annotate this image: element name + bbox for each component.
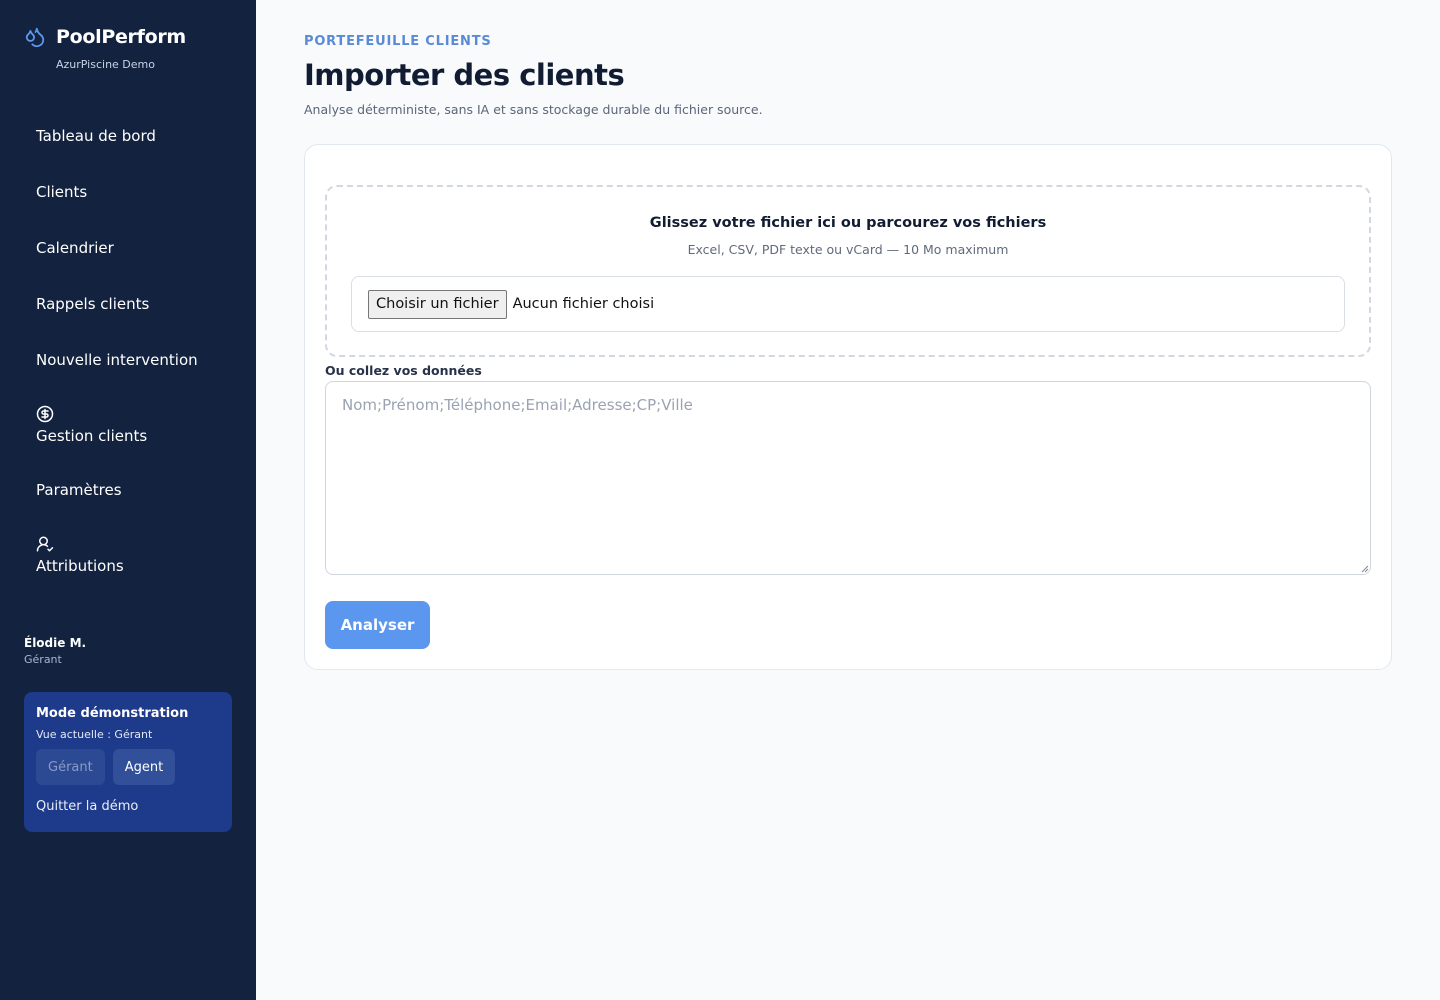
page-eyebrow: PORTEFEUILLE CLIENTS: [304, 34, 492, 49]
sidebar-item-calendrier[interactable]: Calendrier: [24, 226, 232, 270]
user-name: Élodie M.: [24, 636, 87, 650]
user-info: Élodie M. Gérant: [24, 636, 86, 666]
sidebar: PoolPerform AzurPiscine Demo Tableau de …: [0, 0, 256, 1000]
page-title: Importer des clients: [304, 58, 625, 92]
analyze-button[interactable]: Analyser: [325, 601, 430, 649]
tenant-name: AzurPiscine Demo: [56, 58, 155, 71]
sidebar-item-gestion-clients[interactable]: Gestion clients: [24, 394, 232, 456]
file-dropzone[interactable]: Glissez votre fichier ici ou parcourez v…: [325, 185, 1371, 357]
paste-data-textarea[interactable]: [325, 381, 1371, 575]
page-description: Analyse déterministe, sans IA et sans st…: [304, 102, 763, 117]
demo-mode-panel: Mode démonstration Vue actuelle : Gérant…: [24, 692, 232, 832]
sidebar-item-rappels-clients[interactable]: Rappels clients: [24, 282, 232, 326]
demo-role-switcher: Gérant Agent: [36, 749, 220, 785]
sidebar-item-parametres[interactable]: Paramètres: [24, 468, 232, 512]
choose-file-button[interactable]: Choisir un fichier: [368, 289, 507, 319]
sidebar-item-label: Nouvelle intervention: [36, 351, 198, 369]
demo-mode-title: Mode démonstration: [36, 706, 189, 721]
sidebar-item-nouvelle-intervention[interactable]: Nouvelle intervention: [24, 338, 232, 382]
user-check-icon: [36, 536, 54, 552]
sidebar-item-label: Gestion clients: [36, 427, 148, 445]
brand: PoolPerform AzurPiscine Demo: [24, 26, 186, 71]
sidebar-item-label: Paramètres: [36, 481, 122, 499]
role-agent-button[interactable]: Agent: [112, 749, 176, 785]
dropzone-hint: Excel, CSV, PDF texte ou vCard — 10 Mo m…: [687, 242, 1009, 257]
brand-name[interactable]: PoolPerform: [56, 26, 186, 48]
sidebar-item-clients[interactable]: Clients: [24, 170, 232, 214]
sidebar-item-tableau-de-bord[interactable]: Tableau de bord: [24, 114, 232, 158]
sidebar-item-label: Clients: [36, 183, 88, 201]
demo-current-view: Vue actuelle : Gérant: [36, 728, 153, 741]
user-role: Gérant: [24, 653, 62, 666]
import-card: Glissez votre fichier ici ou parcourez v…: [304, 144, 1392, 670]
sidebar-item-label: Attributions: [36, 557, 124, 575]
water-drops-icon: [25, 27, 45, 48]
role-gerant-button[interactable]: Gérant: [36, 749, 105, 785]
quit-demo-link[interactable]: Quitter la démo: [36, 799, 220, 814]
file-input[interactable]: Choisir un fichier Aucun fichier choisi: [351, 276, 1345, 332]
resize-grip-icon[interactable]: [1361, 565, 1369, 573]
sidebar-item-label: Tableau de bord: [36, 127, 156, 145]
file-status: Aucun fichier choisi: [512, 296, 655, 312]
dropzone-title: Glissez votre fichier ici ou parcourez v…: [649, 215, 1047, 231]
sidebar-item-label: Calendrier: [36, 239, 114, 257]
sidebar-item-label: Rappels clients: [36, 295, 150, 313]
dollar-circle-icon: [36, 405, 54, 423]
paste-label: Ou collez vos données: [325, 363, 482, 378]
sidebar-item-attributions[interactable]: Attributions: [24, 524, 232, 586]
